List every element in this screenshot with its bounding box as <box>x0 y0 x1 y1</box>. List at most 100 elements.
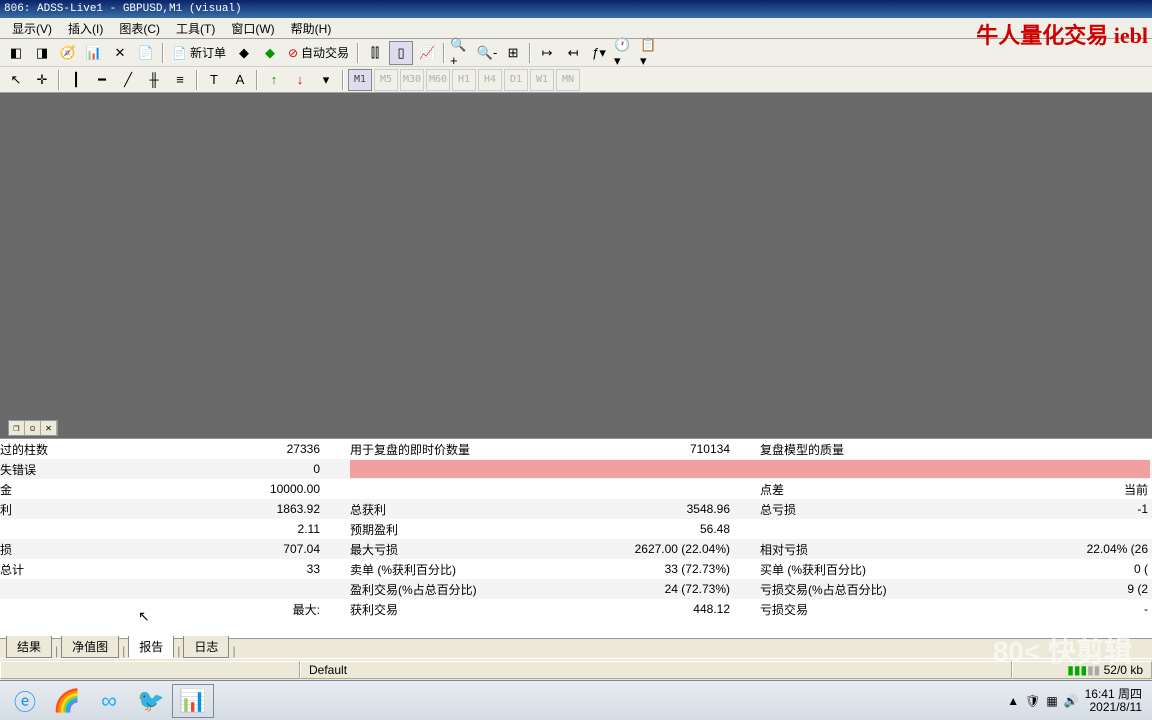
vline-icon[interactable]: ┃ <box>64 68 88 92</box>
grossloss-value: -1 <box>960 502 1152 516</box>
periods-icon[interactable]: 🕐▾ <box>613 41 637 65</box>
close-icon[interactable]: ✕ <box>41 421 57 435</box>
expected-value: 56.48 <box>530 522 760 536</box>
data-icon[interactable]: 📊 <box>82 41 106 65</box>
ticks-value: 710134 <box>530 442 760 456</box>
timeframe-w1[interactable]: W1 <box>530 69 554 91</box>
grid-icon[interactable]: ⊞ <box>501 41 525 65</box>
bar-chart-icon[interactable]: ⫿⫿ <box>363 41 387 65</box>
menu-window[interactable]: 窗口(W) <box>223 18 282 39</box>
dd-label: 损 <box>0 541 250 558</box>
ie-icon[interactable]: ⓔ <box>4 684 46 718</box>
report-row: 最大: 获利交易 448.12 亏损交易 - <box>0 599 1152 619</box>
arrow-down-icon[interactable]: ↓ <box>288 68 312 92</box>
zoom-in-icon[interactable]: 🔍+ <box>449 41 473 65</box>
taskbar-clock[interactable]: 16:41 周四 2021/8/11 <box>1085 688 1142 714</box>
minimize-icon[interactable]: ▫ <box>25 421 41 435</box>
report-row: 损 707.04 最大亏损 2627.00 (22.04%) 相对亏损 22.0… <box>0 539 1152 559</box>
scroll-icon[interactable]: ↦ <box>535 41 559 65</box>
menu-chart[interactable]: 图表(C) <box>111 18 168 39</box>
restore-icon[interactable]: ❐ <box>9 421 25 435</box>
arrow-up-icon[interactable]: ↑ <box>262 68 286 92</box>
maxwin-label: 获利交易 <box>350 601 530 618</box>
timeframe-h1[interactable]: H1 <box>452 69 476 91</box>
indicators-icon[interactable]: ƒ▾ <box>587 41 611 65</box>
text-a-icon[interactable]: A <box>228 68 252 92</box>
timeframe-d1[interactable]: D1 <box>504 69 528 91</box>
text-icon[interactable]: T <box>202 68 226 92</box>
expert-icon[interactable]: ◆ <box>232 41 256 65</box>
timeframe-m30[interactable]: M30 <box>400 69 424 91</box>
quality-label: 复盘模型的质量 <box>760 441 960 458</box>
total-label: 总计 <box>0 561 250 578</box>
menu-view[interactable]: 显示(V) <box>4 18 60 39</box>
mt4-icon[interactable]: 📊 <box>172 684 214 718</box>
fibo-icon[interactable]: ≡ <box>168 68 192 92</box>
cursor-icon[interactable]: ↖ <box>4 68 28 92</box>
ticks-label: 用于复盘的即时价数量 <box>350 441 530 458</box>
tray-sound-icon[interactable]: 🔊 <box>1064 694 1079 708</box>
channel-icon[interactable]: ╫ <box>142 68 166 92</box>
report-row: 盈利交易(%占总百分比) 24 (72.73%) 亏损交易(%占总百分比) 9 … <box>0 579 1152 599</box>
shift-icon[interactable]: ↤ <box>561 41 585 65</box>
long-value: 0 ( <box>960 562 1152 576</box>
tab-equity[interactable]: 净值图 <box>61 636 119 658</box>
report-panel: 过的柱数 27336 用于复盘的即时价数量 710134 复盘模型的质量 失错误… <box>0 438 1152 638</box>
app3-icon[interactable]: 🐦 <box>130 684 172 718</box>
tray-net-icon[interactable]: ▦ <box>1046 694 1057 708</box>
doc-icon[interactable]: 📄 <box>134 41 158 65</box>
total-value: 33 <box>250 562 350 576</box>
expert-green-icon[interactable]: ◆ <box>258 41 282 65</box>
spread-label: 点差 <box>760 481 960 498</box>
window-titlebar: 806: ADSS-Live1 - GBPUSD,M1 (visual) <box>0 0 1152 18</box>
report-row: 失错误 0 <box>0 459 1152 479</box>
x-icon[interactable]: ✕ <box>108 41 132 65</box>
hline-icon[interactable]: ━ <box>90 68 114 92</box>
autotrade-button[interactable]: ⊘自动交易 <box>284 41 353 65</box>
app2-icon[interactable]: ∞ <box>88 684 130 718</box>
timeframe-m1[interactable]: M1 <box>348 69 372 91</box>
line-chart-icon[interactable]: 📈 <box>415 41 439 65</box>
timeframe-h4[interactable]: H4 <box>478 69 502 91</box>
timeframe-mn[interactable]: MN <box>556 69 580 91</box>
timeframe-m60[interactable]: M60 <box>426 69 450 91</box>
menu-tools[interactable]: 工具(T) <box>168 18 223 39</box>
long-label: 买单 (%获利百分比) <box>760 561 960 578</box>
tray-shield-icon[interactable]: 🛡 <box>1025 694 1040 708</box>
pf-value: 2.11 <box>250 522 350 536</box>
overlay-watermark: 80< 快剪辑 <box>993 630 1132 670</box>
chart-area[interactable]: ❐ ▫ ✕ <box>0 93 1152 438</box>
nav-icon[interactable]: 🧭 <box>56 41 80 65</box>
window-controls: ❐ ▫ ✕ <box>8 420 58 436</box>
timeframe-m5[interactable]: M5 <box>374 69 398 91</box>
menu-insert[interactable]: 插入(I) <box>60 18 111 39</box>
grossprofit-value: 3548.96 <box>530 502 760 516</box>
losstrades-label: 亏损交易(%占总百分比) <box>760 581 960 598</box>
reldd-label: 相对亏损 <box>760 541 960 558</box>
app1-icon[interactable]: 🌈 <box>46 684 88 718</box>
wintrades-value: 24 (72.73%) <box>530 582 760 596</box>
bars-label: 过的柱数 <box>0 441 250 458</box>
separator <box>162 43 164 63</box>
menu-help[interactable]: 帮助(H) <box>283 18 340 39</box>
dd-value: 707.04 <box>250 542 350 556</box>
thumbs-icon[interactable]: ▾ <box>314 68 338 92</box>
candle-chart-icon[interactable]: ▯ <box>389 41 413 65</box>
grossloss-label: 总亏损 <box>760 501 960 518</box>
tray-up-icon[interactable]: ▲ <box>1007 694 1019 708</box>
tab-results[interactable]: 结果 <box>6 636 52 658</box>
toggle-panel2-icon[interactable]: ◨ <box>30 41 54 65</box>
new-order-button[interactable]: 📄新订单 <box>168 41 230 65</box>
status-help <box>0 661 300 679</box>
errors-value: 0 <box>250 462 350 476</box>
separator <box>443 43 445 63</box>
separator <box>342 70 344 90</box>
deposit-value: 10000.00 <box>250 482 350 496</box>
templates-icon[interactable]: 📋▾ <box>639 41 663 65</box>
tab-log[interactable]: 日志 <box>183 636 229 658</box>
crosshair-icon[interactable]: ✛ <box>30 68 54 92</box>
trendline-icon[interactable]: ╱ <box>116 68 140 92</box>
tab-report[interactable]: 报告 <box>128 636 174 658</box>
zoom-out-icon[interactable]: 🔍- <box>475 41 499 65</box>
toggle-panel-icon[interactable]: ◧ <box>4 41 28 65</box>
